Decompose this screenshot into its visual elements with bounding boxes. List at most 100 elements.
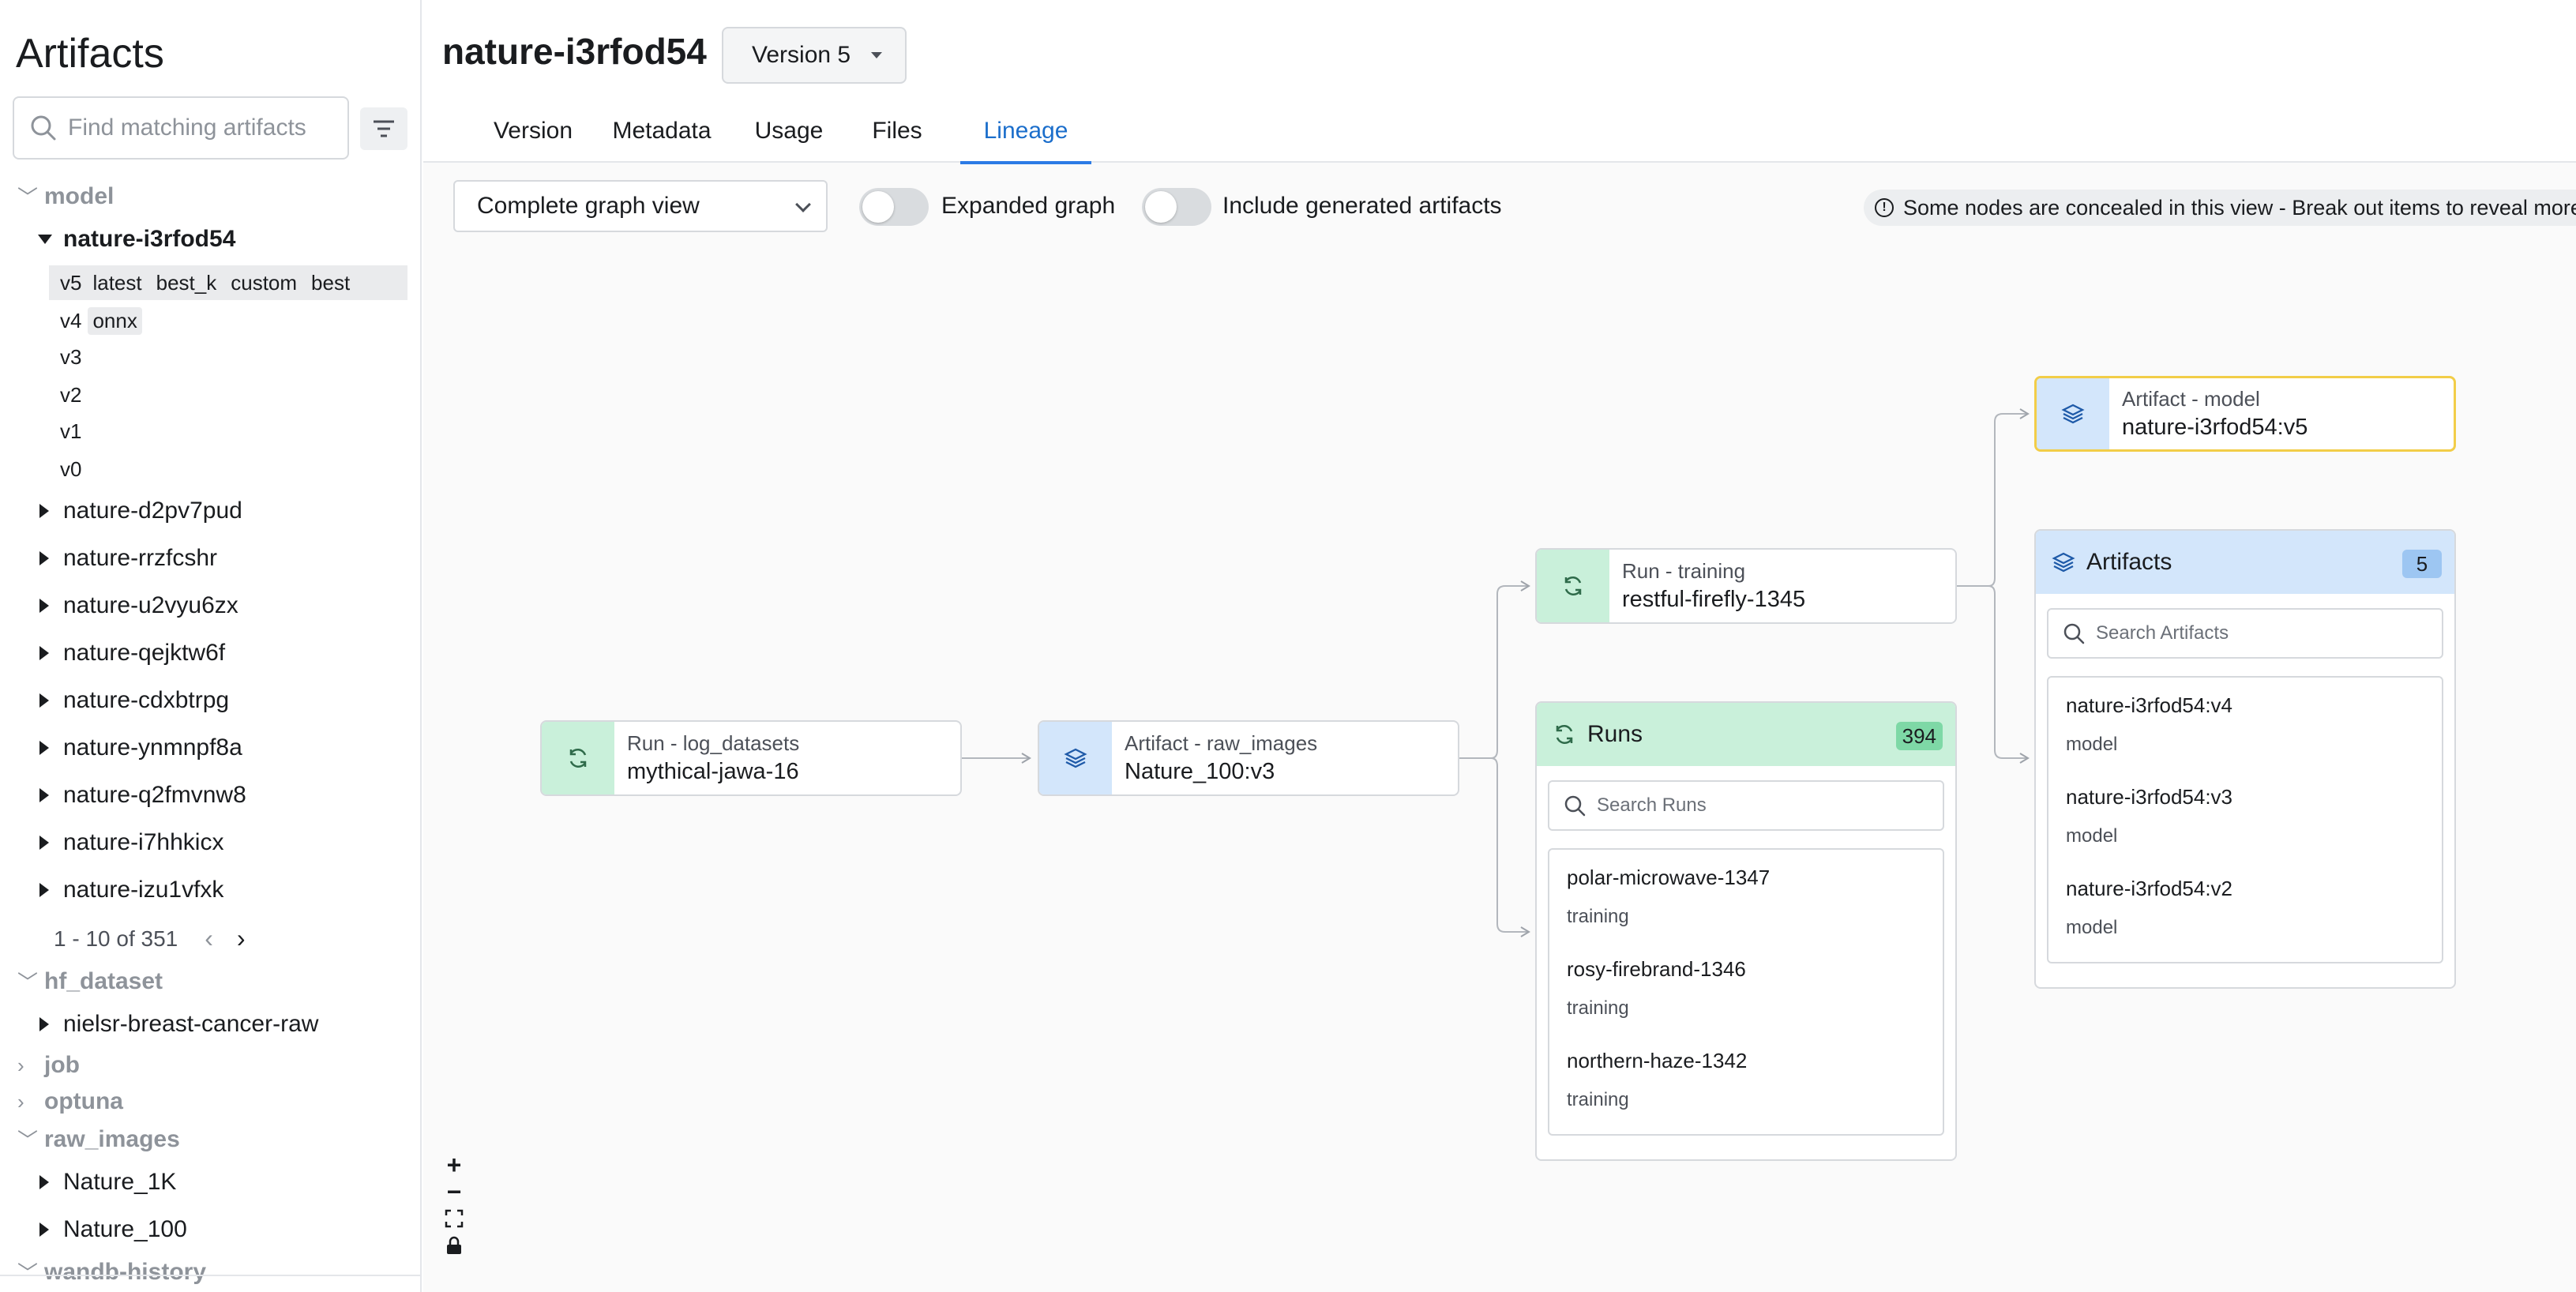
artifact-search-box[interactable] bbox=[13, 96, 349, 160]
alias-tag: custom bbox=[231, 270, 298, 295]
tree-collection[interactable]: nielsr-breast-cancer-raw bbox=[39, 1011, 318, 1038]
tree-collection[interactable]: nature-q2fmvnw8 bbox=[39, 782, 246, 809]
chevron-left-icon[interactable]: ‹ bbox=[205, 924, 213, 953]
group-title: Runs bbox=[1587, 721, 1643, 747]
item-name: rosy-firebrand-1346 bbox=[1567, 957, 1746, 981]
list-item[interactable]: nature-i3rfod54:v4 model bbox=[2048, 682, 2442, 774]
artifacts-search-box[interactable] bbox=[2047, 608, 2443, 659]
artifact-search-input[interactable] bbox=[68, 115, 336, 141]
layers-icon bbox=[2052, 552, 2075, 573]
chevron-down-icon: ﹀ bbox=[17, 186, 39, 209]
tree-collection[interactable]: Nature_100 bbox=[39, 1216, 187, 1243]
tree-collection[interactable]: nature-qejktw6f bbox=[39, 640, 225, 667]
fit-view-icon bbox=[445, 1209, 464, 1228]
refresh-icon bbox=[569, 748, 587, 768]
node-type: Run - log_datasets bbox=[627, 731, 800, 755]
list-item[interactable]: nature-i3rfod54:v3 model bbox=[2048, 774, 2442, 866]
filter-button[interactable] bbox=[360, 107, 407, 150]
list-item[interactable]: rosy-firebrand-1346 training bbox=[1549, 946, 1943, 1038]
tree-collection[interactable]: Nature_1K bbox=[39, 1169, 176, 1196]
artifacts-group-header[interactable]: Artifacts 5 bbox=[2036, 531, 2454, 594]
count-badge: 394 bbox=[1895, 722, 1943, 750]
artifacts-group-node[interactable]: Artifacts 5 nature-i3rfod54:v4 model nat… bbox=[2034, 529, 2456, 989]
chevron-down-icon: ﹀ bbox=[17, 1129, 39, 1152]
edge bbox=[1988, 408, 2030, 587]
node-name: Nature_100:v3 bbox=[1125, 759, 1275, 784]
count-badge: 5 bbox=[2402, 550, 2442, 578]
layers-icon bbox=[1064, 748, 1087, 768]
divider bbox=[0, 1275, 420, 1276]
tree-collection[interactable]: nature-u2vyu6zx bbox=[39, 592, 238, 619]
runs-group-node[interactable]: Runs 394 polar-microwave-1347 training r… bbox=[1535, 701, 1957, 1161]
chevron-down-icon: ﹀ bbox=[17, 1261, 39, 1285]
node-name: restful-firefly-1345 bbox=[1622, 587, 1806, 612]
run-node-training[interactable]: Run - training restful-firefly-1345 bbox=[1535, 548, 1957, 624]
item-sub: model bbox=[2066, 917, 2118, 938]
search-icon bbox=[1564, 795, 1586, 817]
caret-right-icon bbox=[39, 599, 49, 613]
edge bbox=[1490, 757, 1530, 937]
list-item[interactable]: polar-microwave-1347 training bbox=[1549, 854, 1943, 946]
artifact-node-raw-images[interactable]: Artifact - raw_images Nature_100:v3 bbox=[1038, 720, 1459, 796]
tree-type-model[interactable]: ﹀ model bbox=[17, 182, 114, 211]
tree-type-job[interactable]: › job bbox=[17, 1052, 80, 1079]
tree-collection[interactable]: nature-d2pv7pud bbox=[39, 498, 242, 524]
main-panel: nature-i3rfod54 Version 5 Version Metada… bbox=[423, 0, 2576, 1292]
runs-group-header[interactable]: Runs 394 bbox=[1537, 703, 1955, 766]
artifacts-list: nature-i3rfod54:v4 model nature-i3rfod54… bbox=[2047, 676, 2443, 963]
tree-type-raw-images[interactable]: ﹀ raw_images bbox=[17, 1125, 180, 1154]
chevron-right-icon[interactable]: › bbox=[237, 924, 246, 953]
node-type: Artifact - model bbox=[2122, 387, 2260, 411]
tree-type-wandb-history[interactable]: ﹀ wandb-history bbox=[17, 1257, 206, 1286]
refresh-icon bbox=[1556, 724, 1573, 745]
lock-icon bbox=[447, 1236, 461, 1254]
item-sub: training bbox=[1567, 997, 1629, 1019]
search-icon bbox=[31, 115, 56, 141]
tree-type-hf-dataset[interactable]: ﹀ hf_dataset bbox=[17, 967, 163, 996]
node-name: nature-i3rfod54:v5 bbox=[2122, 415, 2308, 440]
tree-collection-nature-i3rfod54[interactable]: nature-i3rfod54 bbox=[38, 226, 235, 253]
alias-tag: onnx bbox=[88, 306, 142, 335]
fit-view-button[interactable] bbox=[441, 1205, 468, 1232]
node-type: Artifact - raw_images bbox=[1125, 731, 1318, 755]
artifact-icon-tile bbox=[1039, 722, 1112, 794]
tree-collection[interactable]: nature-ynmnpf8a bbox=[39, 734, 242, 761]
tree-type-optuna[interactable]: › optuna bbox=[17, 1088, 123, 1115]
caret-right-icon bbox=[39, 693, 49, 708]
item-sub: model bbox=[2066, 734, 2118, 755]
tree-collection[interactable]: nature-rrzfcshr bbox=[39, 545, 217, 572]
version-row-v3[interactable]: v3 bbox=[49, 340, 407, 374]
zoom-in-button[interactable]: + bbox=[441, 1151, 468, 1179]
list-item[interactable]: northern-haze-1342 training bbox=[1549, 1038, 1943, 1129]
tree-collection[interactable]: nature-cdxbtrpg bbox=[39, 687, 229, 714]
runs-list: polar-microwave-1347 training rosy-fireb… bbox=[1548, 848, 1944, 1136]
runs-search-box[interactable] bbox=[1548, 780, 1944, 831]
tree-collection[interactable]: nature-i7hhkicx bbox=[39, 829, 223, 856]
lock-button[interactable] bbox=[441, 1232, 468, 1259]
node-text: Artifact - raw_images Nature_100:v3 bbox=[1112, 722, 1317, 794]
sidebar-title: Artifacts bbox=[16, 31, 164, 77]
list-item[interactable]: nature-i3rfod54:v2 model bbox=[2048, 866, 2442, 957]
chevron-right-icon: › bbox=[17, 1089, 24, 1114]
layers-icon bbox=[2061, 404, 2085, 424]
version-row-v2[interactable]: v2 bbox=[49, 377, 407, 412]
run-node-log-datasets[interactable]: Run - log_datasets mythical-jawa-16 bbox=[540, 720, 962, 796]
chevron-down-icon: ﹀ bbox=[17, 971, 39, 994]
item-sub: training bbox=[1567, 1089, 1629, 1110]
zoom-out-button[interactable]: − bbox=[441, 1177, 468, 1206]
artifacts-search-input[interactable] bbox=[2096, 622, 2396, 644]
version-row-v0[interactable]: v0 bbox=[49, 452, 407, 486]
alias-tag: best_k bbox=[156, 270, 217, 295]
item-name: polar-microwave-1347 bbox=[1567, 866, 1771, 889]
artifact-icon-tile bbox=[2037, 378, 2109, 449]
runs-search-input[interactable] bbox=[1597, 794, 1897, 817]
version-row-v1[interactable]: v1 bbox=[49, 414, 407, 449]
version-row-v5[interactable]: v5 latest best_k custom best bbox=[49, 265, 407, 300]
node-text: Run - training restful-firefly-1345 bbox=[1609, 550, 1805, 622]
filter-icon bbox=[374, 120, 394, 137]
version-row-v4[interactable]: v4 onnx bbox=[49, 303, 407, 338]
artifact-node-model-current[interactable]: Artifact - model nature-i3rfod54:v5 bbox=[2034, 376, 2456, 452]
tree-collection[interactable]: nature-izu1vfxk bbox=[39, 877, 223, 903]
caret-right-icon bbox=[39, 1223, 49, 1237]
item-sub: model bbox=[2066, 825, 2118, 847]
